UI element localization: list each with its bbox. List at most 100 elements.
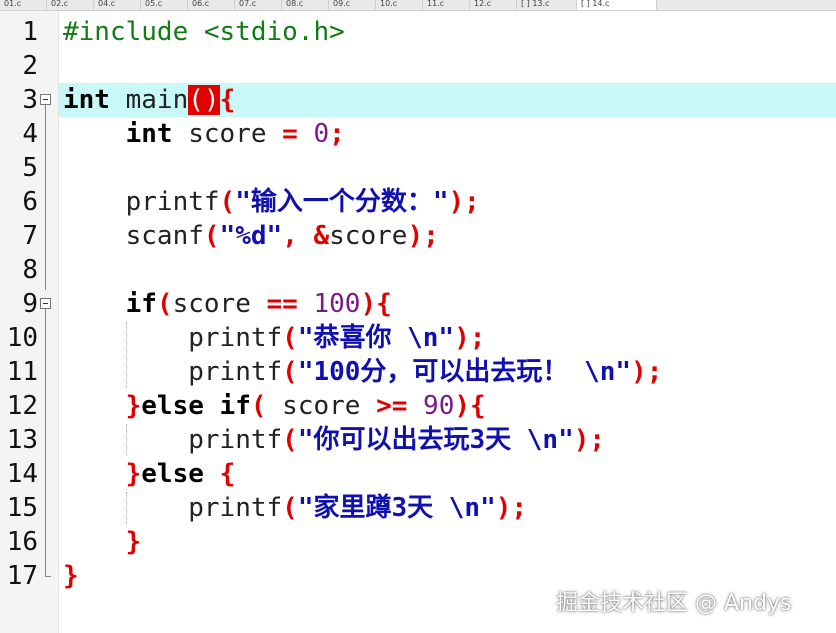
line-number: 3 <box>22 85 38 115</box>
keyword: int <box>63 85 110 115</box>
string-literal: "你可以出去玩3天 \n" <box>297 425 574 455</box>
line-number: 1 <box>22 17 38 47</box>
keyword: if <box>125 289 157 319</box>
tab-bar: 01.c 02.c 04.c 05.c 06.c 07.c 08.c 09.c … <box>0 0 836 11</box>
tab-14c[interactable]: [ ] 14.c <box>577 0 657 10</box>
function-name: printf <box>188 357 283 387</box>
tab-07c[interactable]: 07.c <box>235 0 282 10</box>
paren: ( <box>203 221 220 251</box>
code-line-15[interactable]: printf("家里蹲3天 \n"); <box>63 491 527 525</box>
line-number: 10 <box>6 323 38 353</box>
operator: >= <box>376 391 408 421</box>
identifier: score <box>266 391 377 421</box>
brace: } <box>63 561 79 591</box>
string-literal: "恭喜你 \n" <box>297 323 455 353</box>
line-number: 5 <box>22 153 38 183</box>
matched-parentheses: () <box>188 85 220 115</box>
identifier: score <box>172 289 267 319</box>
paren: ); <box>631 357 663 387</box>
number-literal: 100 <box>297 289 361 319</box>
line-number: 7 <box>22 221 38 251</box>
fold-line <box>45 309 46 576</box>
number-literal: 0 <box>297 119 330 149</box>
tab-01c[interactable]: 01.c <box>0 0 47 10</box>
paren: ){ <box>454 391 486 421</box>
line-number: 9 <box>22 289 38 319</box>
code-line-1[interactable]: #include <stdio.h> <box>63 15 345 49</box>
code-line-4[interactable]: int score = 0; <box>63 117 345 151</box>
tab-10c[interactable]: 10.c <box>376 0 423 10</box>
tab-08c[interactable]: 08.c <box>282 0 329 10</box>
paren: ); <box>454 323 486 353</box>
line-number: 4 <box>22 119 38 149</box>
operator: , & <box>282 221 330 251</box>
tab-06c[interactable]: 06.c <box>188 0 235 10</box>
tab-09c[interactable]: 09.c <box>329 0 376 10</box>
code-line-9[interactable]: if(score == 100){ <box>63 287 392 321</box>
tab-05c[interactable]: 05.c <box>141 0 188 10</box>
brace: } <box>125 459 142 489</box>
tab-13c[interactable]: [ ] 13.c <box>517 0 577 10</box>
code-line-7[interactable]: scanf("%d", &score); <box>63 219 439 253</box>
string-literal: "输入一个分数：" <box>235 187 449 217</box>
code-line-3[interactable]: int main(){ <box>63 83 235 117</box>
brace: } <box>125 391 142 421</box>
tab-02c[interactable]: 02.c <box>47 0 94 10</box>
line-number: 11 <box>6 357 38 387</box>
brace: { <box>219 85 236 115</box>
keyword: else <box>141 459 220 489</box>
line-number: 6 <box>22 187 38 217</box>
paren: ( <box>156 289 173 319</box>
string-literal: "100分，可以出去玩！ \n" <box>297 357 632 387</box>
code-line-13[interactable]: printf("你可以出去玩3天 \n"); <box>63 423 605 457</box>
paren: ( <box>282 425 298 455</box>
number-literal: 90 <box>407 391 455 421</box>
tab-04c[interactable]: 04.c <box>94 0 141 10</box>
code-line-10[interactable]: printf("恭喜你 \n"); <box>63 321 485 355</box>
line-number: 17 <box>6 561 38 591</box>
function-name: printf <box>188 323 283 353</box>
line-number: 16 <box>6 527 38 557</box>
paren: ( <box>282 323 298 353</box>
paren: ){ <box>360 289 392 319</box>
keyword: else if <box>141 391 251 421</box>
paren: ( <box>219 187 236 217</box>
fold-toggle-main[interactable] <box>40 94 51 105</box>
line-number: 2 <box>22 51 38 81</box>
keyword: int <box>125 119 173 149</box>
code-line-17[interactable]: } <box>63 559 79 593</box>
paren: ( <box>282 357 298 387</box>
preprocessor-directive: #include <stdio.h> <box>63 17 345 47</box>
code-line-6[interactable]: printf("输入一个分数："); <box>63 185 480 219</box>
paren: ( <box>282 493 298 523</box>
code-line-14[interactable]: }else { <box>63 457 236 491</box>
paren: ); <box>573 425 606 455</box>
code-line-11[interactable]: printf("100分，可以出去玩！ \n"); <box>63 355 662 389</box>
code-line-16[interactable]: } <box>63 525 142 559</box>
identifier: score <box>172 119 283 149</box>
fold-toggle-if[interactable] <box>40 298 51 309</box>
tab-12c[interactable]: 12.c <box>470 0 517 10</box>
line-number: 12 <box>6 391 38 421</box>
string-literal: "%d" <box>219 221 283 251</box>
brace: } <box>125 527 142 557</box>
code-line-12[interactable]: }else if( score >= 90){ <box>63 389 486 423</box>
line-number: 15 <box>6 493 38 523</box>
function-name: printf <box>125 187 220 217</box>
function-name: printf <box>188 493 283 523</box>
operator: = <box>282 119 298 149</box>
paren: ); <box>495 493 528 523</box>
brace: { <box>219 459 236 489</box>
fold-end <box>45 576 51 577</box>
tab-11c[interactable]: 11.c <box>423 0 470 10</box>
function-name: printf <box>188 425 283 455</box>
line-number: 13 <box>6 425 38 455</box>
operator: == <box>266 289 298 319</box>
paren: ); <box>407 221 439 251</box>
function-name: main <box>109 85 189 115</box>
paren: ( <box>250 391 267 421</box>
string-literal: "家里蹲3天 \n" <box>297 493 496 523</box>
line-number: 8 <box>22 255 38 285</box>
identifier: score <box>329 221 408 251</box>
line-number: 14 <box>6 459 38 489</box>
